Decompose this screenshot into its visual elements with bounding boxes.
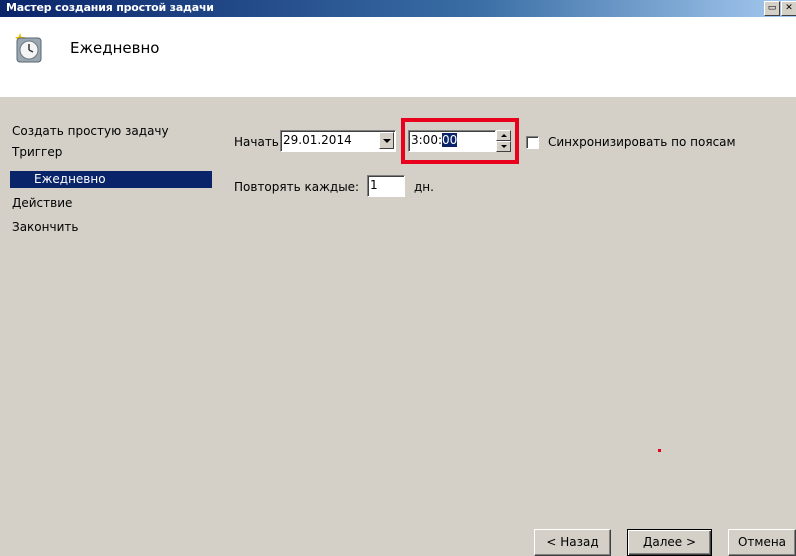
- next-button[interactable]: Далее >: [627, 529, 712, 556]
- highlight-annotation: [401, 118, 519, 164]
- repeat-interval-value: 1: [370, 178, 378, 192]
- back-button[interactable]: < Назад: [534, 529, 611, 556]
- sync-timezones-label[interactable]: Синхронизировать по поясам: [548, 135, 736, 149]
- repeat-interval-field[interactable]: 1: [367, 175, 405, 197]
- wizard-steps-nav: Создать простую задачу Триггер Ежедневно…: [0, 120, 220, 556]
- start-date-value: 29.01.2014: [283, 133, 352, 147]
- sync-timezones-checkbox[interactable]: [526, 136, 539, 149]
- nav-item-finish[interactable]: Закончить: [12, 220, 78, 234]
- nav-item-create-task[interactable]: Создать простую задачу: [12, 124, 169, 138]
- nav-item-daily[interactable]: Ежедневно: [10, 171, 212, 188]
- date-dropdown-button[interactable]: [379, 132, 394, 149]
- window-title: Мастер создания простой задачи: [6, 1, 214, 14]
- title-bar: Мастер создания простой задачи ▭ ✕: [0, 0, 796, 17]
- repeat-unit-label: дн.: [414, 180, 434, 194]
- page-title: Ежедневно: [70, 39, 160, 57]
- red-dot-marker: [658, 449, 661, 452]
- wizard-header: [0, 17, 796, 97]
- maximize-button[interactable]: ▭: [764, 1, 780, 16]
- start-label: Начать:: [234, 135, 283, 149]
- nav-item-trigger[interactable]: Триггер: [12, 145, 62, 159]
- cancel-button[interactable]: Отмена: [728, 529, 796, 556]
- nav-item-action[interactable]: Действие: [12, 196, 72, 210]
- close-button[interactable]: ✕: [781, 1, 796, 16]
- clock-icon: [15, 33, 42, 63]
- repeat-label: Повторять каждые:: [234, 180, 360, 194]
